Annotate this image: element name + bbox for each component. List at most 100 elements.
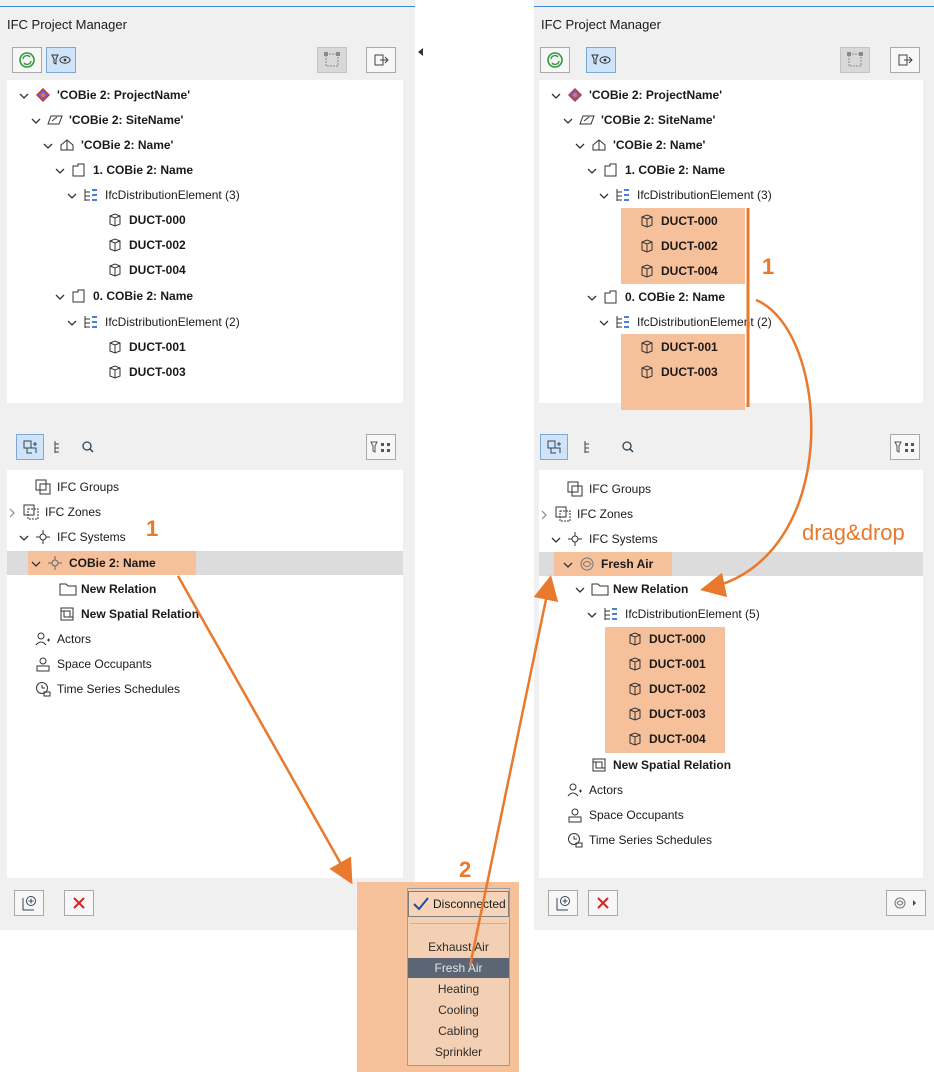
tree-node[interactable]: DUCT-004: [623, 260, 718, 282]
tab-search[interactable]: [614, 434, 642, 460]
chevron-down-icon[interactable]: [563, 115, 573, 125]
tree-node[interactable]: Time Series Schedules: [19, 678, 180, 700]
chevron-down-icon[interactable]: [551, 90, 561, 100]
chevron-down-icon[interactable]: [587, 292, 597, 302]
export-button[interactable]: [366, 47, 396, 73]
menu-item-disconnected[interactable]: Disconnected: [408, 891, 509, 917]
tree-node[interactable]: DUCT-003: [611, 703, 706, 725]
select-elements-button[interactable]: [840, 47, 870, 73]
tree-node[interactable]: IfcDistributionElement (2): [599, 311, 772, 333]
filter-systems-button[interactable]: [890, 434, 920, 460]
tree-node[interactable]: DUCT-002: [91, 234, 186, 256]
menu-item[interactable]: Sprinkler: [408, 1042, 509, 1062]
tab-tree-view[interactable]: [576, 434, 604, 460]
tree-node[interactable]: Actors: [551, 779, 623, 801]
chevron-down-icon[interactable]: [19, 532, 29, 542]
tree-node[interactable]: 1. COBie 2: Name: [55, 159, 193, 181]
tree-node[interactable]: 'COBie 2: Name': [575, 134, 705, 156]
menu-item[interactable]: Fresh Air: [408, 958, 509, 978]
delete-button[interactable]: [588, 890, 618, 916]
filter-visibility-button[interactable]: [46, 47, 76, 73]
tree-node[interactable]: DUCT-000: [91, 209, 186, 231]
chevron-down-icon[interactable]: [31, 558, 41, 568]
chevron-down-icon[interactable]: [587, 165, 597, 175]
menu-item[interactable]: Exhaust Air: [408, 937, 509, 957]
refresh-button[interactable]: [12, 47, 42, 73]
tree-node[interactable]: 'COBie 2: ProjectName': [551, 84, 722, 106]
tree-node[interactable]: DUCT-000: [623, 210, 718, 232]
refresh-button[interactable]: [540, 47, 570, 73]
collapse-arrow-icon[interactable]: [417, 47, 425, 57]
tree-node[interactable]: Space Occupants: [19, 653, 152, 675]
tree-node[interactable]: DUCT-004: [611, 728, 706, 750]
tree-node[interactable]: IFC Groups: [551, 478, 651, 500]
chevron-down-icon[interactable]: [67, 190, 77, 200]
tab-search[interactable]: [74, 434, 102, 460]
tree-node[interactable]: IfcDistributionElement (3): [67, 184, 240, 206]
tree-node[interactable]: Space Occupants: [551, 804, 684, 826]
tree-node[interactable]: DUCT-002: [623, 235, 718, 257]
tree-node[interactable]: Actors: [19, 628, 91, 650]
tree-node[interactable]: New Relation: [575, 578, 688, 600]
chevron-down-icon[interactable]: [67, 317, 77, 327]
tree-node[interactable]: 0. COBie 2: Name: [587, 286, 725, 308]
tree-node[interactable]: DUCT-003: [623, 361, 718, 383]
tree-node[interactable]: COBie 2: Name: [31, 552, 156, 574]
chevron-right-icon[interactable]: [7, 507, 17, 518]
filter-systems-button[interactable]: [366, 434, 396, 460]
tab-systems-view[interactable]: [540, 434, 568, 460]
chevron-down-icon[interactable]: [43, 140, 53, 150]
tree-node[interactable]: 0. COBie 2: Name: [55, 285, 193, 307]
chevron-down-icon[interactable]: [19, 90, 29, 100]
chevron-down-icon[interactable]: [599, 190, 609, 200]
tree-node[interactable]: DUCT-001: [623, 336, 718, 358]
menu-item[interactable]: Cabling: [408, 1021, 509, 1041]
tree-node[interactable]: 'COBie 2: ProjectName': [19, 84, 190, 106]
tab-systems-view[interactable]: [16, 434, 44, 460]
new-system-button[interactable]: [14, 890, 44, 916]
system-type-dropdown[interactable]: [886, 890, 926, 916]
tab-tree-view[interactable]: [46, 434, 74, 460]
chevron-down-icon[interactable]: [55, 165, 65, 175]
chevron-down-icon[interactable]: [599, 317, 609, 327]
tree-node[interactable]: IFC Systems: [551, 528, 658, 550]
chevron-down-icon[interactable]: [575, 140, 585, 150]
tree-node[interactable]: 'COBie 2: SiteName': [31, 109, 183, 131]
tree-node[interactable]: DUCT-003: [91, 361, 186, 383]
tree-node[interactable]: Time Series Schedules: [551, 829, 712, 851]
tree-node[interactable]: 1. COBie 2: Name: [587, 159, 725, 181]
new-system-button[interactable]: [548, 890, 578, 916]
chevron-down-icon[interactable]: [587, 609, 597, 619]
tree-node[interactable]: IfcDistributionElement (3): [599, 184, 772, 206]
delete-button[interactable]: [64, 890, 94, 916]
tree-node[interactable]: IFC Groups: [19, 476, 119, 498]
tree-node[interactable]: DUCT-004: [91, 259, 186, 281]
tree-node[interactable]: New Relation: [43, 578, 156, 600]
export-button[interactable]: [890, 47, 920, 73]
tree-node[interactable]: 'COBie 2: SiteName': [563, 109, 715, 131]
tree-node[interactable]: IFC Systems: [19, 526, 126, 548]
menu-item[interactable]: Heating: [408, 979, 509, 999]
tree-node[interactable]: New Spatial Relation: [43, 603, 199, 625]
tree-node[interactable]: Fresh Air: [563, 553, 653, 575]
chevron-down-icon[interactable]: [55, 291, 65, 301]
tree-node[interactable]: New Spatial Relation: [575, 754, 731, 776]
splitter[interactable]: [7, 403, 403, 417]
tree-node[interactable]: IfcDistributionElement (5): [587, 603, 760, 625]
tree-node[interactable]: IfcDistributionElement (2): [67, 311, 240, 333]
tree-node[interactable]: IFC Zones: [7, 501, 101, 523]
filter-visibility-button[interactable]: [586, 47, 616, 73]
chevron-down-icon[interactable]: [563, 559, 573, 569]
select-elements-button[interactable]: [317, 47, 347, 73]
chevron-down-icon[interactable]: [575, 584, 585, 594]
chevron-right-icon[interactable]: [539, 509, 549, 520]
tree-node[interactable]: IFC Zones: [539, 503, 633, 525]
tree-node[interactable]: DUCT-001: [611, 653, 706, 675]
chevron-down-icon[interactable]: [551, 534, 561, 544]
tree-node[interactable]: 'COBie 2: Name': [43, 134, 173, 156]
tree-node[interactable]: DUCT-000: [611, 628, 706, 650]
tree-node[interactable]: DUCT-002: [611, 678, 706, 700]
tree-node[interactable]: DUCT-001: [91, 336, 186, 358]
menu-item[interactable]: Cooling: [408, 1000, 509, 1020]
chevron-down-icon[interactable]: [31, 115, 41, 125]
